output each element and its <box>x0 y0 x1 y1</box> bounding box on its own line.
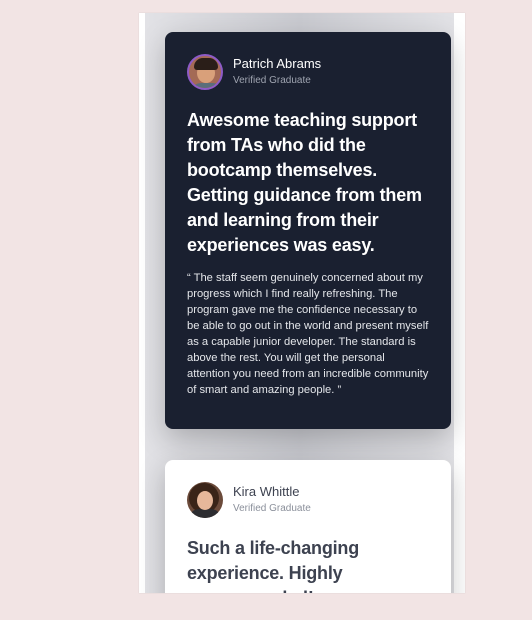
author-role: Verified Graduate <box>233 503 311 514</box>
testimonial-card-patrich: Patrich Abrams Verified Graduate Awesome… <box>165 32 451 429</box>
avatar-shirt <box>191 83 221 88</box>
testimonial-card-kira: Kira Whittle Verified Graduate Such a li… <box>165 460 451 593</box>
author-name: Patrich Abrams <box>233 56 322 71</box>
author-meta: Patrich Abrams Verified Graduate <box>233 56 321 88</box>
page-frame: Patrich Abrams Verified Graduate Awesome… <box>139 13 465 593</box>
author-role: Verified Graduate <box>233 75 311 86</box>
avatar-face <box>197 491 213 510</box>
author-header: Patrich Abrams Verified Graduate <box>187 54 429 90</box>
avatar <box>187 54 223 90</box>
avatar-hair <box>194 58 218 70</box>
avatar <box>187 482 223 518</box>
testimonial-column: Patrich Abrams Verified Graduate Awesome… <box>145 13 454 593</box>
testimonial-quote: “ The staff seem genuinely concerned abo… <box>187 272 429 396</box>
testimonial-headline: Such a life-changing experience. Highly … <box>187 538 360 593</box>
author-name: Kira Whittle <box>233 484 300 499</box>
author-meta: Kira Whittle Verified Graduate <box>233 484 311 516</box>
testimonial-headline: Awesome teaching support from TAs who di… <box>187 110 422 255</box>
avatar-shirt <box>189 509 221 518</box>
author-header: Kira Whittle Verified Graduate <box>187 482 429 518</box>
